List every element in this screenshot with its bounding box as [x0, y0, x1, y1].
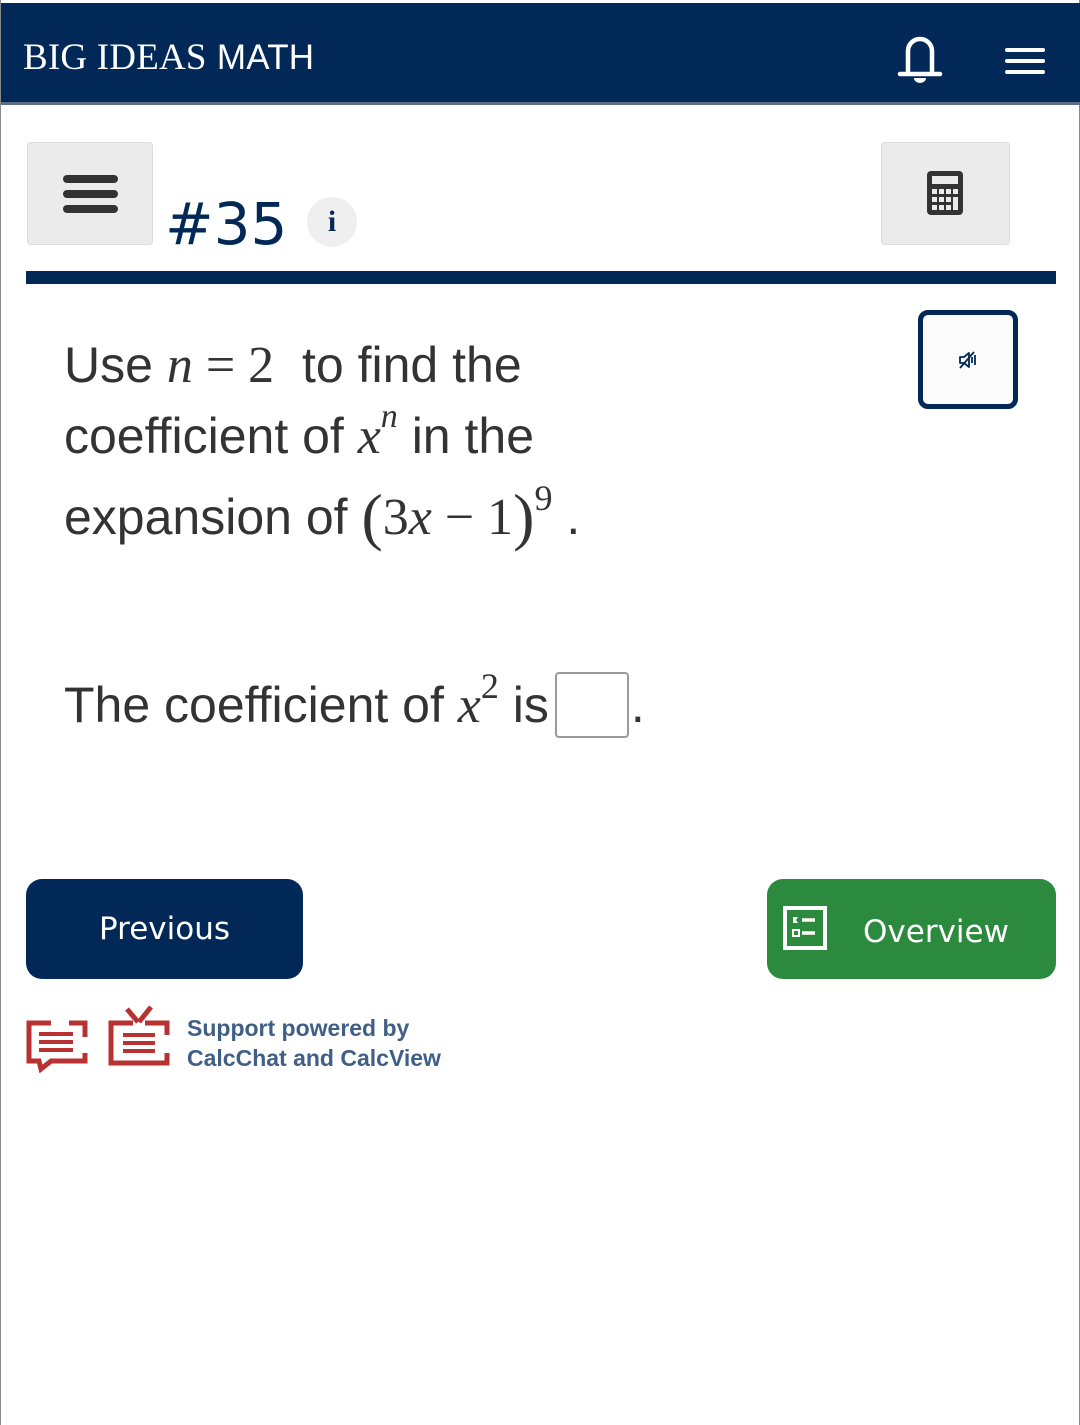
app-header: BIG IDEAS MATH — [1, 3, 1080, 105]
text: in the — [397, 408, 535, 464]
math-variable-n: n — [166, 337, 193, 394]
notifications-button[interactable] — [894, 33, 946, 87]
hamburger-menu-icon-bar — [63, 205, 118, 213]
calculator-button[interactable] — [881, 142, 1010, 245]
math-variable-x: x — [408, 489, 432, 546]
math-coefficient-3: 3 — [382, 489, 409, 546]
support-line-2: CalcChat and CalcView — [187, 1045, 441, 1071]
answer-input[interactable] — [554, 671, 629, 738]
support-text: Support powered by CalcChat and CalcView — [187, 1013, 441, 1073]
calcview-icon — [108, 1005, 170, 1066]
text: expansion of — [64, 489, 362, 545]
problem-statement: Use n = 2 to find the coefficient of xn … — [64, 330, 580, 557]
brand-text-big-ideas: BIG IDEAS — [23, 37, 207, 78]
overview-label: Overview — [863, 914, 1009, 950]
math-close-paren: ) — [513, 481, 535, 552]
text: to find the — [288, 337, 522, 393]
math-exponent-n: n — [380, 398, 398, 435]
info-button[interactable]: i — [307, 197, 357, 247]
overview-button[interactable]: Overview — [767, 879, 1056, 979]
text: . — [630, 677, 645, 733]
math-equals-2: = 2 — [192, 337, 275, 394]
answer-prompt: The coefficient of x2 is. — [64, 666, 645, 745]
math-open-paren: ( — [361, 481, 383, 552]
text: coefficient of — [64, 408, 358, 464]
problem-line-3: expansion of (3x − 1)9 . — [64, 478, 580, 557]
brand-logo[interactable]: BIG IDEAS MATH — [23, 36, 314, 79]
text: The coefficient of — [64, 677, 458, 733]
bell-icon — [897, 36, 943, 83]
previous-button[interactable]: Previous — [26, 879, 303, 979]
read-aloud-toggle[interactable] — [918, 310, 1018, 409]
checklist-icon — [783, 906, 827, 950]
header-divider — [26, 271, 1056, 284]
problem-line-2: coefficient of xn in the — [64, 398, 580, 478]
calculator-icon — [927, 171, 963, 215]
math-base-x: x — [457, 677, 481, 734]
math-exponent-2: 2 — [480, 666, 499, 706]
speaker-muted-icon — [959, 351, 976, 369]
text: . — [552, 489, 581, 545]
question-list-button[interactable] — [27, 142, 153, 245]
support-line-1: Support powered by — [187, 1015, 410, 1041]
hamburger-menu-icon-bar — [63, 190, 118, 198]
text: Use — [64, 337, 167, 393]
info-icon: i — [327, 205, 337, 238]
hamburger-menu-icon — [63, 175, 118, 183]
text: is — [498, 677, 549, 733]
math-base-x: x — [357, 408, 381, 465]
calcchat-icon — [26, 1020, 88, 1073]
hamburger-menu-icon — [1005, 48, 1045, 74]
math-minus-1: − 1 — [431, 489, 514, 546]
question-number: #35 — [165, 190, 288, 258]
brand-text-math: MATH — [216, 38, 315, 77]
math-exponent-9: 9 — [534, 478, 553, 518]
main-menu-button[interactable] — [1003, 43, 1047, 79]
problem-line-1: Use n = 2 to find the — [64, 330, 580, 401]
